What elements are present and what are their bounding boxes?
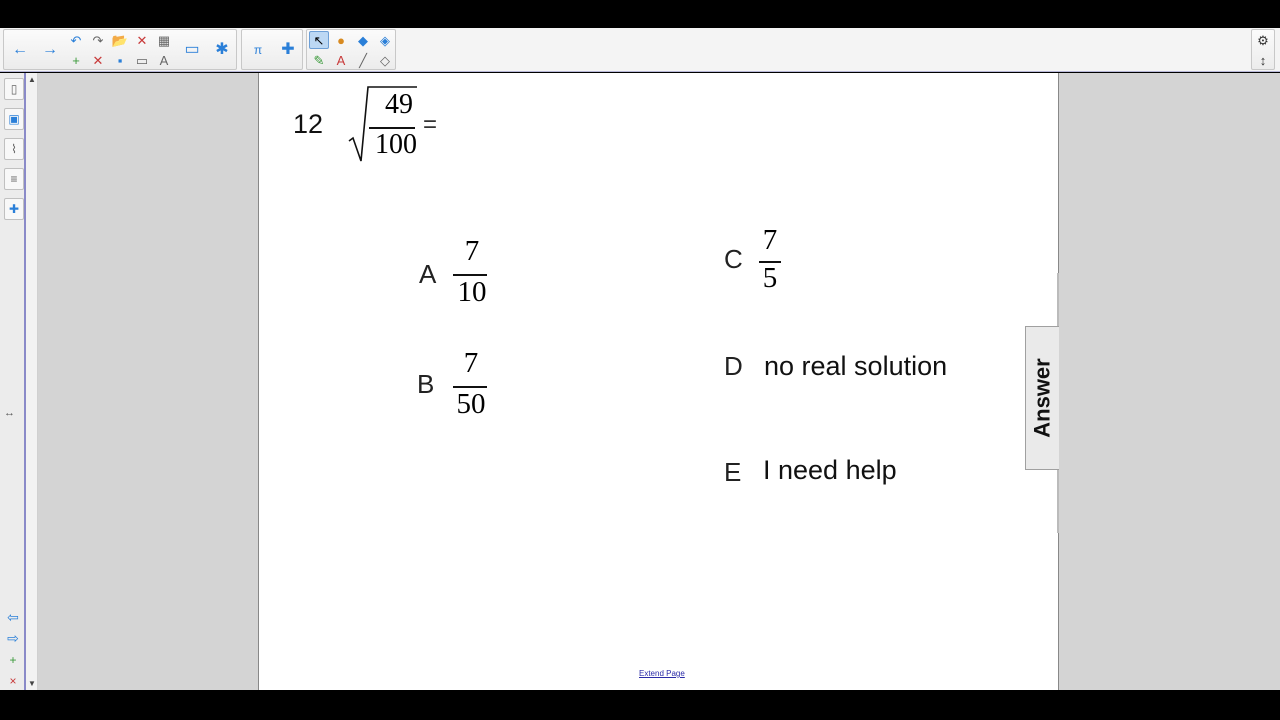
option-c-denominator: 5: [762, 262, 778, 294]
gallery-tab-icon[interactable]: ▣: [4, 108, 24, 130]
toolbar-group-settings: ⚙ ↕: [1251, 29, 1275, 70]
option-c-letter[interactable]: C: [724, 244, 743, 275]
previous-page-icon[interactable]: ⇦: [3, 609, 23, 625]
page-sorter-tab-icon[interactable]: ▯: [4, 78, 24, 100]
table-icon[interactable]: ▦: [154, 31, 174, 49]
add-page-icon[interactable]: +: [66, 51, 86, 69]
undo-icon[interactable]: ↶: [66, 31, 86, 49]
open-icon[interactable]: 📂: [110, 31, 130, 49]
question-number: 12: [293, 109, 324, 139]
redo-icon[interactable]: ↷: [88, 31, 108, 49]
option-b-fraction[interactable]: 7 50: [446, 347, 496, 427]
accessibility-icon[interactable]: A: [154, 51, 174, 69]
option-b-numerator: 7: [463, 347, 479, 379]
option-a-letter[interactable]: A: [419, 259, 436, 290]
sidebar-scrollbar[interactable]: ▲ ▼: [26, 73, 38, 690]
properties-tab-icon[interactable]: ≡: [4, 168, 24, 190]
option-c-fraction[interactable]: 7 5: [745, 224, 795, 304]
save-icon[interactable]: ▪: [110, 51, 130, 69]
addons-tab-icon[interactable]: ✚: [4, 198, 24, 220]
toolbar-group-navigation: ← → ↶ ↷ 📂 ✕ ▦ + ✕ ▪ ▭ A ▭ ✱: [3, 29, 237, 70]
pens-tool-icon[interactable]: ✎: [309, 51, 329, 69]
option-a-fraction[interactable]: 7 10: [447, 235, 497, 315]
text-tool-icon[interactable]: A: [331, 51, 351, 69]
move-toolbar-icon[interactable]: ↕: [1253, 51, 1273, 69]
toolbar-group-tools: ↖ ● ◆ ◈ ✎ A ╱ ◇: [306, 29, 396, 70]
side-bar: ▯ ▣ ⌇ ≡ ✚ ↔ ⇦ ⇨ + ×: [0, 73, 26, 690]
addons-icon[interactable]: ✱: [208, 32, 236, 68]
delete-page-icon[interactable]: ×: [3, 673, 23, 689]
option-e-text[interactable]: I need help: [763, 455, 897, 486]
forward-icon[interactable]: →: [36, 32, 64, 68]
option-a-numerator: 7: [464, 235, 480, 267]
screen-shade-icon[interactable]: ▭: [132, 51, 152, 69]
eraser-tool-icon[interactable]: ◆: [353, 31, 373, 49]
extend-page-link[interactable]: Extend Page: [639, 669, 685, 678]
shapes-tool-icon[interactable]: ●: [331, 31, 351, 49]
math-tools-icon[interactable]: π: [244, 32, 272, 68]
radicand-denominator: 100: [375, 129, 417, 160]
add-page-icon[interactable]: +: [3, 652, 23, 668]
line-tool-icon[interactable]: ╱: [353, 51, 373, 69]
delete-icon[interactable]: ✕: [132, 31, 152, 49]
answer-tab-label: Answer: [1029, 358, 1055, 438]
option-b-letter[interactable]: B: [417, 369, 434, 400]
remove-page-icon[interactable]: ✕: [88, 51, 108, 69]
option-d-letter[interactable]: D: [724, 351, 743, 382]
presentation-icon[interactable]: ▭: [178, 32, 206, 68]
fill-tool-icon[interactable]: ◈: [375, 31, 395, 49]
toolbar-group-edit: π ✚: [241, 29, 303, 70]
notebook-page[interactable]: 12 49 100 = A 7 10 B 7 50 C 7 5 D no rea…: [258, 73, 1059, 690]
workspace: 12 49 100 = A 7 10 B 7 50 C 7 5 D no rea…: [38, 73, 1280, 690]
option-b-denominator: 50: [456, 388, 486, 420]
puzzle-icon[interactable]: ✚: [274, 32, 302, 68]
smart-notebook-window: ← → ↶ ↷ 📂 ✕ ▦ + ✕ ▪ ▭ A ▭ ✱ π ✚ ↖ ● ◆ ◈ …: [0, 0, 1280, 720]
scroll-down-icon[interactable]: ▼: [27, 678, 37, 689]
radicand-numerator: 49: [385, 89, 413, 120]
attachments-tab-icon[interactable]: ⌇: [4, 138, 24, 160]
back-icon[interactable]: ←: [6, 32, 34, 68]
select-tool-icon[interactable]: ↖: [309, 31, 329, 49]
option-e-letter[interactable]: E: [724, 457, 741, 488]
option-a-denominator: 10: [457, 276, 487, 308]
answer-pull-tab[interactable]: Answer: [1025, 326, 1059, 470]
settings-icon[interactable]: ⚙: [1253, 31, 1273, 49]
magic-eraser-icon[interactable]: ◇: [375, 51, 395, 69]
sidebar-resize-icon[interactable]: ↔: [4, 407, 15, 419]
next-page-icon[interactable]: ⇨: [3, 630, 23, 646]
scroll-up-icon[interactable]: ▲: [27, 74, 37, 85]
option-c-numerator: 7: [762, 224, 778, 256]
option-d-text[interactable]: no real solution: [764, 351, 947, 382]
equals-sign: =: [423, 111, 438, 138]
main-toolbar: ← → ↶ ↷ 📂 ✕ ▦ + ✕ ▪ ▭ A ▭ ✱ π ✚ ↖ ● ◆ ◈ …: [0, 28, 1280, 72]
